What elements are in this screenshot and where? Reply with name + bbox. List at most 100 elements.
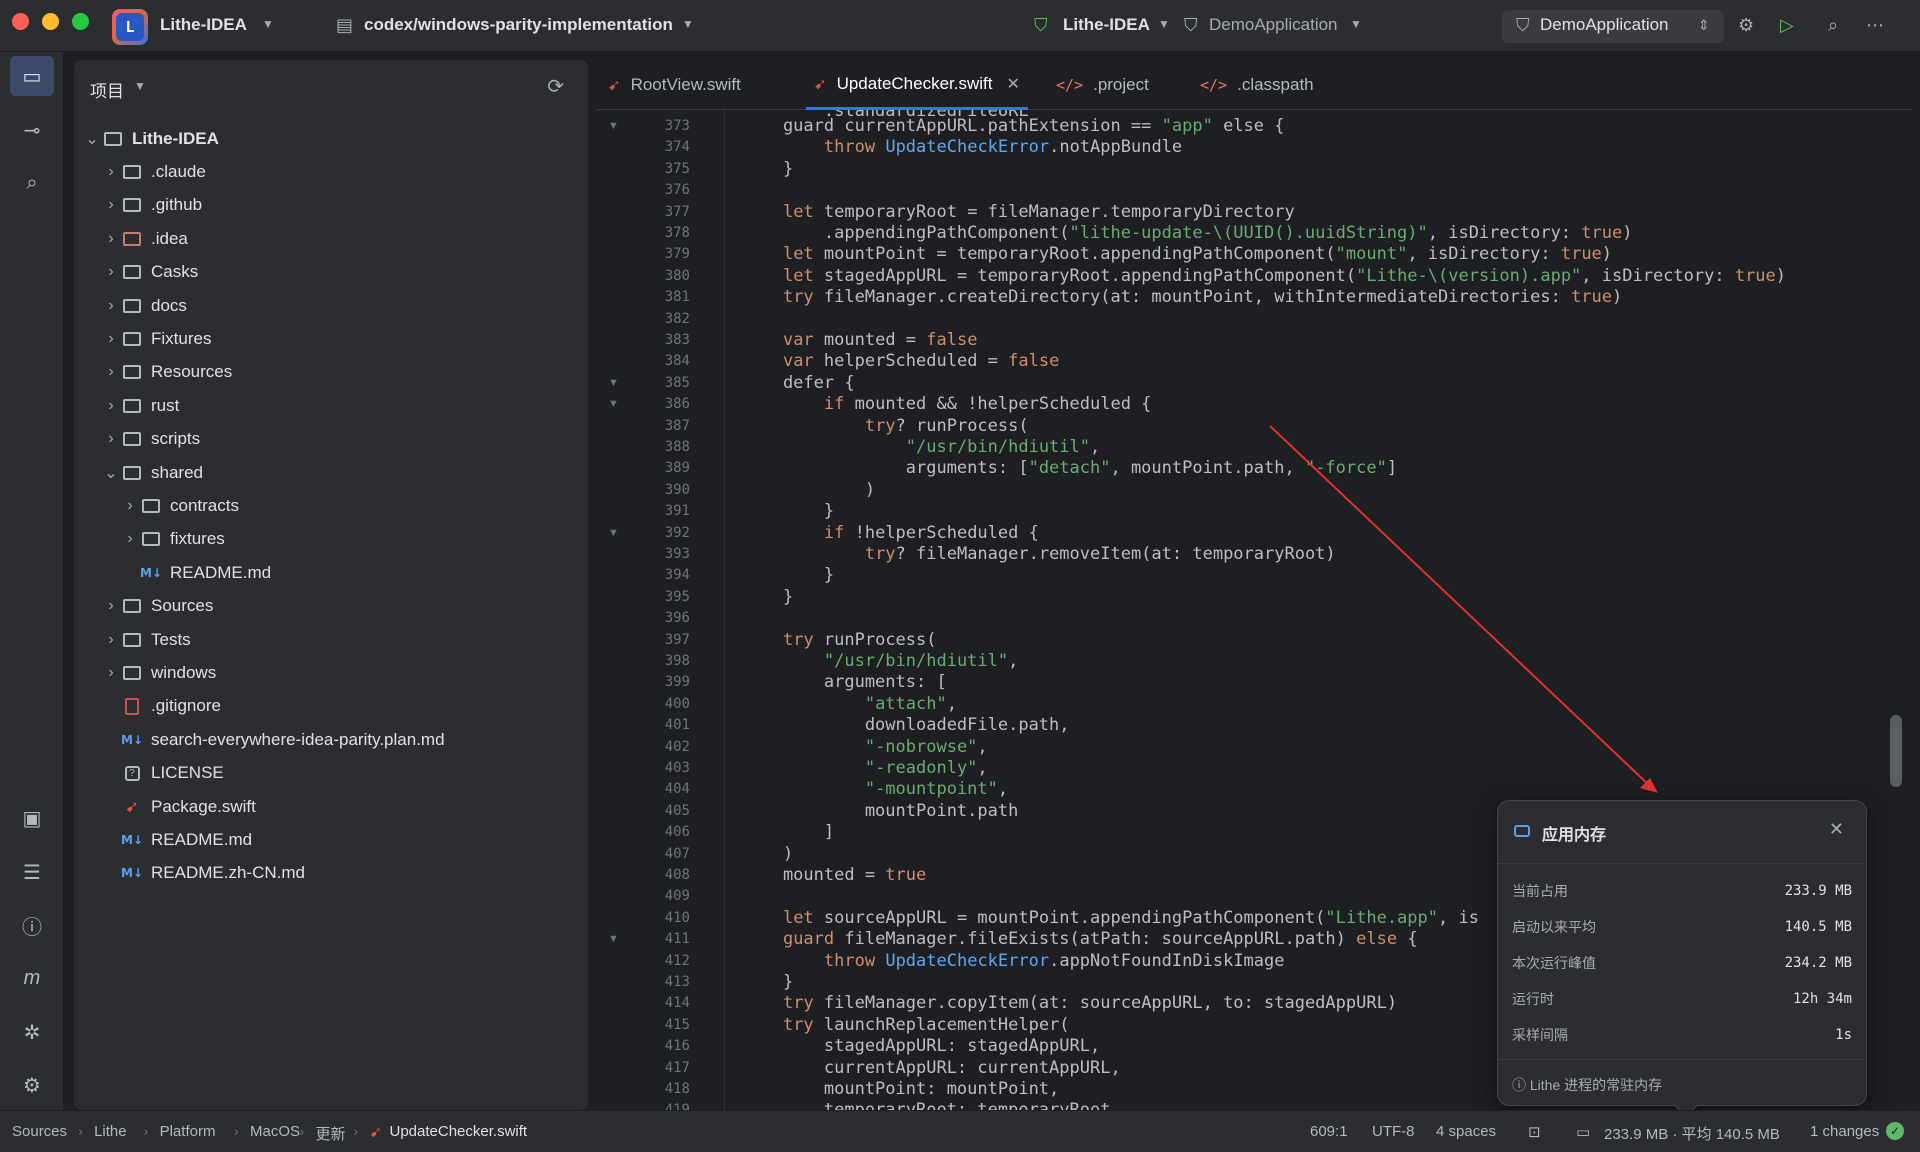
- chevron-down-icon[interactable]: ⌄: [101, 463, 121, 483]
- chevron-down-icon[interactable]: ▼: [134, 79, 146, 93]
- branch-selector[interactable]: codex/windows-parity-implementation: [364, 15, 673, 35]
- chevron-right-icon[interactable]: ›: [101, 263, 121, 281]
- tree-item-github[interactable]: › .github: [101, 189, 202, 222]
- tree-item-windows[interactable]: › windows: [101, 656, 216, 689]
- problems-icon[interactable]: ⓘ: [10, 905, 54, 945]
- tab-project-file[interactable]: </> .project: [1056, 60, 1149, 110]
- search-icon[interactable]: ⌕: [1828, 14, 1838, 36]
- tree-item-fixtures[interactable]: › fixtures: [120, 523, 224, 556]
- chevron-right-icon[interactable]: ›: [101, 397, 121, 415]
- tree-item-readme-md[interactable]: M↓ README.md: [120, 556, 271, 589]
- line-number: 385: [664, 374, 690, 391]
- chevron-right-icon[interactable]: ›: [101, 230, 121, 248]
- tree-item-fixtures[interactable]: › Fixtures: [101, 322, 211, 355]
- chevron-right-icon[interactable]: ›: [101, 430, 121, 448]
- tree-item-readme-zh-cn-md[interactable]: M↓ README.zh-CN.md: [101, 857, 305, 890]
- more-icon[interactable]: ⋯: [1866, 14, 1884, 36]
- fold-icon[interactable]: ▼: [608, 527, 619, 539]
- chevron-down-icon[interactable]: ▼: [1350, 17, 1362, 31]
- breadcrumb-item[interactable]: MacOS: [250, 1123, 300, 1140]
- chevron-down-icon[interactable]: ▼: [1158, 17, 1170, 31]
- window-minimize-button[interactable]: [42, 13, 59, 30]
- breadcrumb-item[interactable]: Lithe: [94, 1123, 127, 1140]
- chevron-right-icon[interactable]: ›: [101, 597, 121, 615]
- search-icon[interactable]: ⌕: [10, 163, 54, 203]
- chevron-right-icon[interactable]: ›: [101, 297, 121, 315]
- tree-item-shared[interactable]: ⌄ shared: [101, 456, 203, 489]
- vcs-config[interactable]: DemoApplication: [1209, 15, 1338, 35]
- tree-item-tests[interactable]: › Tests: [101, 623, 190, 656]
- chevron-right-icon[interactable]: ›: [120, 530, 140, 548]
- m-icon[interactable]: m: [10, 958, 54, 998]
- window-zoom-button[interactable]: [72, 13, 89, 30]
- code-line: ): [742, 843, 794, 864]
- updown-chevron-icon[interactable]: ⇕: [1698, 14, 1710, 36]
- settings-icon[interactable]: ⚙: [1738, 14, 1754, 36]
- breadcrumb-item[interactable]: 更新: [316, 1123, 346, 1144]
- file-encoding[interactable]: UTF-8: [1372, 1123, 1415, 1140]
- fold-icon[interactable]: ▼: [608, 398, 619, 410]
- fold-icon[interactable]: ▼: [608, 377, 619, 389]
- tree-item-package-swift[interactable]: ➹ Package.swift: [101, 790, 256, 823]
- chevron-down-icon[interactable]: ▼: [682, 17, 694, 31]
- chevron-right-icon[interactable]: ›: [101, 196, 121, 214]
- debug-icon[interactable]: ✲: [10, 1012, 54, 1052]
- window-close-button[interactable]: [12, 13, 29, 30]
- breadcrumb-item[interactable]: UpdateChecker.swift: [390, 1123, 528, 1140]
- run-icon[interactable]: ▷: [1780, 14, 1794, 36]
- tree-item-scripts[interactable]: › scripts: [101, 423, 200, 456]
- terminal-icon[interactable]: ▣: [10, 798, 54, 838]
- check-icon[interactable]: ✓: [1886, 1122, 1904, 1140]
- tree-item-gitignore[interactable]: .gitignore: [101, 690, 221, 723]
- structure-icon[interactable]: ☰: [10, 852, 54, 892]
- caret-position[interactable]: 609:1: [1310, 1123, 1348, 1140]
- tree-item-lithe-idea[interactable]: ⌄ Lithe-IDEA: [82, 122, 219, 155]
- tree-item-docs[interactable]: › docs: [101, 289, 187, 322]
- vcs-project-icon: ⛉: [1034, 15, 1048, 35]
- project-panel-title[interactable]: 项目: [90, 77, 124, 102]
- tree-item-claude[interactable]: › .claude: [101, 155, 206, 188]
- vcs-icon[interactable]: ⊸: [10, 110, 54, 150]
- vcs-project[interactable]: Lithe-IDEA: [1063, 15, 1150, 35]
- chevron-right-icon[interactable]: ›: [120, 497, 140, 515]
- chevron-right-icon[interactable]: ›: [101, 664, 121, 682]
- code-line: }: [742, 586, 794, 607]
- tree-item-readme-md[interactable]: M↓ README.md: [101, 823, 252, 856]
- tab-updatechecker[interactable]: ➹ UpdateChecker.swift ✕: [806, 60, 1028, 110]
- refresh-icon[interactable]: ⟳: [547, 74, 564, 99]
- tree-item-resources[interactable]: › Resources: [101, 356, 232, 389]
- close-icon[interactable]: ✕: [1006, 74, 1019, 94]
- lock-icon[interactable]: ⊡: [1528, 1123, 1541, 1141]
- changes-count[interactable]: 1 changes: [1810, 1123, 1879, 1140]
- tree-item-search-everywhere-idea-parity-plan-md[interactable]: M↓ search-everywhere-idea-parity.plan.md: [101, 723, 445, 756]
- chevron-right-icon[interactable]: ›: [101, 363, 121, 381]
- tab-rootview[interactable]: ➹ RootView.swift: [608, 60, 741, 110]
- fold-icon[interactable]: ▼: [608, 933, 619, 945]
- memory-indicator[interactable]: 233.9 MB · 平均 140.5 MB: [1604, 1123, 1780, 1144]
- tree-item-contracts[interactable]: › contracts: [120, 489, 239, 522]
- folder-icon[interactable]: ▭: [10, 56, 54, 96]
- tab-classpath[interactable]: </> .classpath: [1200, 60, 1314, 110]
- run-config-label[interactable]: DemoApplication: [1540, 15, 1669, 35]
- editor-scrollbar[interactable]: [1890, 715, 1902, 787]
- chevron-right-icon[interactable]: ›: [101, 330, 121, 348]
- breadcrumb-item[interactable]: Sources: [12, 1123, 67, 1140]
- tree-item-license[interactable]: ? LICENSE: [101, 757, 224, 790]
- breadcrumb-item[interactable]: Platform: [160, 1123, 216, 1140]
- tree-item-idea[interactable]: › .idea: [101, 222, 188, 255]
- project-name[interactable]: Lithe-IDEA: [160, 15, 247, 35]
- code-line: ]: [742, 822, 835, 843]
- indent-setting[interactable]: 4 spaces: [1436, 1123, 1496, 1140]
- tree-item-rust[interactable]: › rust: [101, 389, 179, 422]
- chevron-right-icon[interactable]: ›: [101, 163, 121, 181]
- tree-item-sources[interactable]: › Sources: [101, 590, 213, 623]
- close-icon[interactable]: ✕: [1829, 819, 1844, 840]
- chevron-down-icon[interactable]: ⌄: [82, 129, 102, 149]
- fold-icon[interactable]: ▼: [608, 120, 619, 132]
- memory-indicator-icon[interactable]: ▭: [1576, 1123, 1590, 1141]
- line-number: 403: [664, 760, 690, 776]
- settings-icon[interactable]: ⚙: [10, 1065, 54, 1105]
- chevron-down-icon[interactable]: ▼: [262, 17, 274, 31]
- tree-item-casks[interactable]: › Casks: [101, 256, 198, 289]
- chevron-right-icon[interactable]: ›: [101, 631, 121, 649]
